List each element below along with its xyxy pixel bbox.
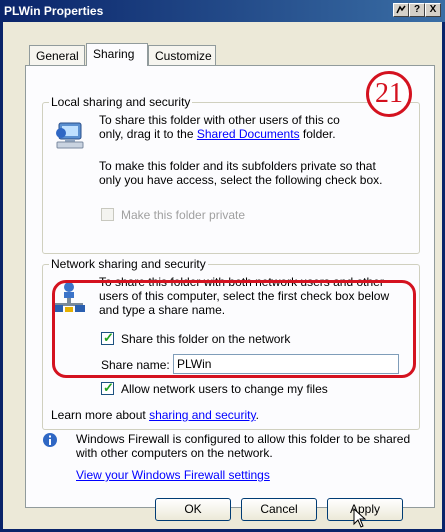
firewall-text-1: Windows Firewall is configured to allow … xyxy=(76,432,411,446)
help-button[interactable]: ? xyxy=(409,3,425,17)
sharing-security-link[interactable]: sharing and security xyxy=(149,408,256,422)
title-bar[interactable]: PLWin Properties ? X xyxy=(0,0,445,22)
annotation-number: 21 xyxy=(366,71,412,117)
tab-customize[interactable]: Customize xyxy=(148,45,216,65)
private-text-2: only you have access, select the followi… xyxy=(99,173,383,187)
window-title: PLWin Properties xyxy=(4,4,104,18)
local-sharing-title: Local sharing and security xyxy=(49,95,193,109)
checkmark-icon: ✓ xyxy=(103,380,114,395)
computer-user-icon xyxy=(53,119,87,156)
make-private-checkbox[interactable] xyxy=(101,208,114,221)
allow-change-label: Allow network users to change my files xyxy=(121,382,328,396)
shared-documents-link[interactable]: Shared Documents xyxy=(197,127,300,141)
local-text-3: folder. xyxy=(299,127,336,141)
tab-general[interactable]: General xyxy=(29,45,85,65)
make-private-label: Make this folder private xyxy=(121,208,246,222)
learn-more-period: . xyxy=(255,408,259,422)
close-button[interactable]: X xyxy=(425,3,441,17)
learn-more-text: Learn more about xyxy=(51,408,150,422)
cancel-button[interactable]: Cancel xyxy=(241,498,317,521)
allow-change-checkbox[interactable]: ✓ xyxy=(101,380,114,395)
firewall-text-2: with other computers on the network. xyxy=(76,446,273,460)
network-sharing-title: Network sharing and security xyxy=(49,257,208,271)
mouse-cursor-icon xyxy=(353,507,367,531)
local-text-2: only, drag it to the xyxy=(99,127,197,141)
local-sharing-group: Local sharing and security To share this… xyxy=(42,95,420,254)
private-text-1: To make this folder and its subfolders p… xyxy=(99,159,376,173)
ok-button[interactable]: OK xyxy=(155,498,231,521)
annotation-highlight-box xyxy=(52,280,416,378)
local-text-1: To share this folder with other users of… xyxy=(99,113,340,127)
firewall-settings-link[interactable]: View your Windows Firewall settings xyxy=(76,468,270,482)
properties-window: PLWin Properties ? X General Sharing Cus… xyxy=(0,0,445,532)
tab-sharing[interactable]: Sharing xyxy=(86,43,148,66)
info-icon xyxy=(42,432,58,451)
context-help-icon[interactable] xyxy=(393,3,409,17)
